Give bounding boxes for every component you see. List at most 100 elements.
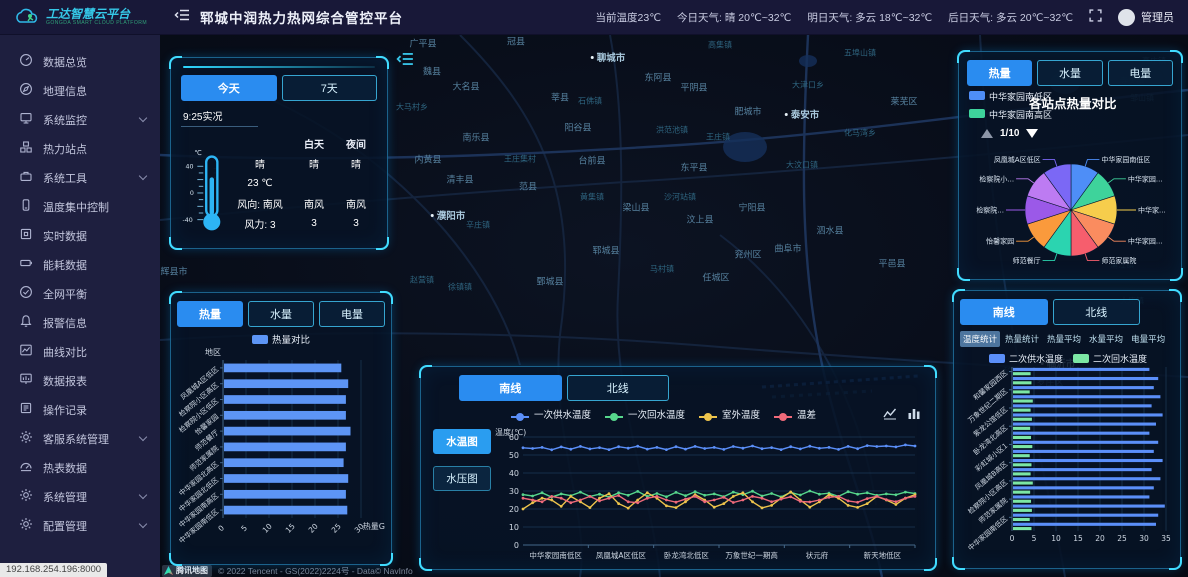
svg-text:25: 25 — [330, 522, 343, 535]
tab-北线[interactable]: 北线 — [1053, 299, 1141, 325]
button-水温图[interactable]: 水温图 — [433, 429, 491, 454]
sidebar-item-15[interactable]: 系统管理 — [0, 482, 160, 511]
sidebar-item-14[interactable]: 热表数据 — [0, 453, 160, 482]
curve-icon — [19, 343, 33, 360]
tab-7天[interactable]: 7天 — [282, 75, 378, 101]
map-panel-fold-icon[interactable] — [396, 51, 414, 72]
tab-南线[interactable]: 南线 — [960, 299, 1048, 325]
temp-lines-chart[interactable]: 0102030405060温度(℃)中华家园南低区凤凰城A区低区卧龙湾北低区万象… — [493, 427, 923, 561]
chevron-down-icon — [139, 433, 147, 441]
tab-电量[interactable]: 电量 — [1108, 60, 1173, 86]
sidebar-item-2[interactable]: 系统监控 — [0, 105, 160, 134]
svg-text:地区: 地区 — [205, 347, 221, 357]
legend-item[interactable]: 室外温度 — [699, 407, 760, 421]
tab-北线[interactable]: 北线 — [567, 375, 670, 401]
toolbox-line-chart-icon[interactable] — [883, 407, 897, 420]
legend-item[interactable]: 热量对比 — [252, 332, 310, 346]
legend-item[interactable]: 一次供水温度 — [511, 407, 591, 421]
sidebar-item-4[interactable]: 系统工具 — [0, 163, 160, 192]
sidebar-item-8[interactable]: 全网平衡 — [0, 279, 160, 308]
tab-南线[interactable]: 南线 — [459, 375, 562, 401]
sidebar-item-label: 热表数据 — [43, 460, 146, 476]
sidebar-item-3[interactable]: 热力站点 — [0, 134, 160, 163]
energy-icon — [19, 256, 33, 273]
sidebar-item-0[interactable]: 数据总览 — [0, 47, 160, 76]
station-icon — [19, 140, 33, 157]
toolbox-bar-chart-icon[interactable] — [907, 407, 921, 420]
sidebar-item-1[interactable]: 地理信息 — [0, 76, 160, 105]
svg-text:中华家园南低区: 中华家园南低区 — [1101, 155, 1150, 164]
second-network-stats-panel: 南线北线 温度统计热量统计热量平均水量平均电量平均 二次供水温度二次回水温度 0… — [953, 290, 1181, 569]
subtab-热量统计[interactable]: 热量统计 — [1002, 331, 1042, 347]
weather-cell: 3 — [293, 218, 335, 229]
svg-text:中华家园南低区: 中华家园南低区 — [529, 550, 582, 560]
realtime-icon — [19, 227, 33, 244]
sidebar-item-6[interactable]: 实时数据 — [0, 221, 160, 250]
south-north-line-tabs: 南线北线 — [459, 375, 669, 401]
legend-item[interactable]: 一次回水温度 — [605, 407, 685, 421]
compass-icon — [19, 82, 33, 99]
sidebar-item-7[interactable]: 能耗数据 — [0, 250, 160, 279]
station-heat-pie-chart[interactable]: 中华家园南低区中华家园...中华家...中华家园...师范家属院师范餐厅怡馨家园… — [967, 139, 1175, 277]
sidebar-item-label: 系统监控 — [43, 112, 130, 128]
tab-电量[interactable]: 电量 — [319, 301, 385, 327]
dashboard-icon — [19, 53, 33, 70]
sidebar-item-11[interactable]: 数据报表 — [0, 366, 160, 395]
sidebar-item-9[interactable]: 报警信息 — [0, 308, 160, 337]
weather-col-header: 夜间 — [335, 136, 377, 151]
svg-text:检察院...: 检察院... — [976, 206, 1004, 215]
weather-cell: 23 ℃ — [227, 178, 293, 189]
sidebar-item-label: 数据报表 — [43, 373, 146, 389]
svg-text:30: 30 — [1139, 534, 1149, 543]
sidebar-item-label: 温度集中控制 — [43, 199, 146, 215]
svg-text:15: 15 — [284, 522, 297, 535]
svg-text:凤凰城A区低区: 凤凰城A区低区 — [994, 155, 1041, 164]
legend-item[interactable]: 二次供水温度 — [989, 352, 1063, 365]
sidebar-item-12[interactable]: 操作记录 — [0, 395, 160, 424]
south-north-line-tabs: 南线北线 — [960, 299, 1140, 325]
svg-text:检察院小...: 检察院小... — [979, 174, 1014, 183]
sidebar-item-10[interactable]: 曲线对比 — [0, 337, 160, 366]
legend-item[interactable]: 二次回水温度 — [1073, 352, 1147, 365]
tab-热量[interactable]: 热量 — [967, 60, 1032, 86]
user-name: 管理员 — [1141, 9, 1174, 25]
top-header: 工达智慧云平台 GONGDA SMART CLOUD PLATFORM 郓城中润… — [0, 0, 1188, 35]
pie-title: 各站点热量对比 — [1029, 93, 1117, 112]
app-logo: 工达智慧云平台 GONGDA SMART CLOUD PLATFORM — [0, 8, 168, 26]
second-temp-bar-chart[interactable]: 05101520253035和馨家园西区万象世纪二期区紫龙公馆低区卧龙湾北高区彩… — [960, 365, 1176, 557]
log-icon — [19, 401, 33, 418]
svg-text:20: 20 — [509, 505, 519, 514]
svg-text:40: 40 — [509, 469, 519, 478]
page-down-icon[interactable] — [1026, 129, 1038, 138]
fullscreen-icon[interactable] — [1089, 9, 1102, 25]
tab-水量[interactable]: 水量 — [248, 301, 314, 327]
subtab-温度统计[interactable]: 温度统计 — [960, 331, 1000, 347]
day-after-weather: 后日天气: 多云 20℃~32℃ — [948, 10, 1073, 25]
svg-text:师范餐厅: 师范餐厅 — [1013, 256, 1041, 265]
user-menu[interactable]: 管理员 — [1118, 9, 1174, 26]
logo-title: 工达智慧云平台 — [46, 8, 165, 20]
sidebar-item-5[interactable]: 温度集中控制 — [0, 192, 160, 221]
subtab-水量平均[interactable]: 水量平均 — [1086, 331, 1126, 347]
subtab-热量平均[interactable]: 热量平均 — [1044, 331, 1084, 347]
station-heat-pie-panel: 热量水量电量 中华家园南低区中华家园南高区 各站点热量对比 1/10 中华家园南… — [958, 51, 1182, 280]
legend-line-marker-icon — [699, 416, 717, 418]
subtab-电量平均[interactable]: 电量平均 — [1128, 331, 1168, 347]
svg-text:-40: -40 — [182, 217, 192, 224]
button-水压图[interactable]: 水压图 — [433, 466, 491, 491]
menu-fold-icon[interactable] — [174, 8, 190, 27]
tab-今天[interactable]: 今天 — [181, 75, 277, 101]
tab-水量[interactable]: 水量 — [1037, 60, 1102, 86]
sidebar-item-13[interactable]: 客服系统管理 — [0, 424, 160, 453]
station-heat-bar-chart[interactable]: 051015202530凤凰城A区低区检察院小区高区检察院小区低区怡馨家园师范餐… — [177, 346, 387, 558]
page-title: 郓城中润热力热网综合管控平台 — [200, 7, 403, 27]
tab-热量[interactable]: 热量 — [177, 301, 243, 327]
legend-item[interactable]: 温差 — [774, 407, 816, 421]
legend-line-marker-icon — [774, 416, 792, 418]
sidebar-item-16[interactable]: 配置管理 — [0, 511, 160, 540]
svg-text:50: 50 — [509, 451, 519, 460]
tomorrow-weather: 明日天气: 多云 18℃~32℃ — [807, 10, 932, 25]
svg-text:万象世纪一期高: 万象世纪一期高 — [725, 550, 778, 560]
weather-tabs: 今天7天 — [181, 75, 377, 101]
page-up-icon[interactable] — [981, 129, 993, 138]
